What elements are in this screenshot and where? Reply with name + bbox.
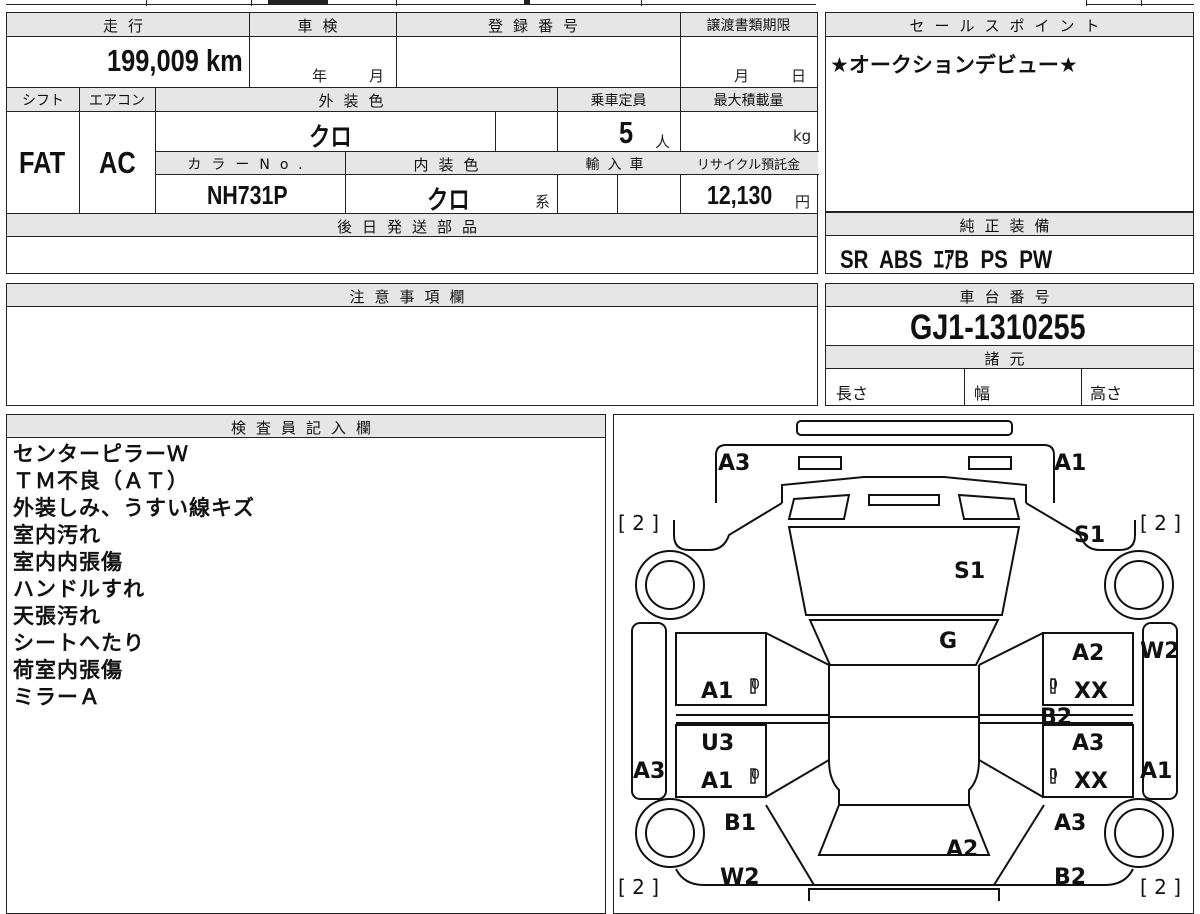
label-right-quarter: A3 (1054, 811, 1087, 836)
top-strip (6, 0, 1194, 8)
list-item: ミラーＡ (13, 685, 101, 709)
interior-suffix: 系 (535, 193, 551, 211)
label-left-front-door: A1 (701, 679, 734, 704)
chassis-header: 車台番号 (959, 288, 1060, 306)
mileage-value: 199,009 km (107, 43, 243, 78)
label-left-sill: A3 (633, 759, 666, 784)
deadline-day-unit: 日 (791, 67, 807, 85)
spec-height: 高さ (1090, 384, 1123, 403)
label-right-rear-door-1: A3 (1072, 731, 1105, 756)
spec-length: 長さ (836, 384, 869, 403)
mark-left-rear-door: 0 (751, 767, 760, 783)
standard-equipment-value: SR ABS ｴｱB PS PW (840, 246, 1053, 274)
mark-left-front-door: 0 (751, 677, 760, 693)
list-item: 室内内張傷 (13, 550, 123, 574)
car-outline-diagram (631, 420, 1178, 901)
label-left-rear-door-1: U3 (701, 731, 735, 756)
recycle-fee-header: リサイクル預託金 (696, 158, 801, 173)
list-item: 天張汚れ (13, 604, 101, 628)
label-center-pillar-right: B2 (1040, 705, 1073, 730)
label-bracket-br: [ 2 ] (1140, 875, 1182, 899)
list-item: 室内汚れ (13, 523, 101, 547)
notes-header: 注意事項欄 (349, 288, 475, 306)
car-diagram-panel: A3 A1 [ 2 ] [ 2 ] S1 S1 G A2 W2 A1 XX B2… (613, 414, 1194, 914)
label-right-sill: A1 (1140, 759, 1173, 784)
recycle-fee-value: 12,130 (707, 180, 773, 210)
label-bracket-tr: [ 2 ] (1140, 511, 1182, 535)
inspection-header: 車検 (297, 17, 348, 35)
list-item: ハンドルすれ (13, 577, 145, 601)
interior-color-value: クロ (427, 185, 470, 215)
notes-panel: 注意事項欄 (6, 283, 818, 406)
shift-header: シフト (22, 93, 64, 109)
interior-color-header: 内装色 (413, 156, 489, 174)
label-right-step: W2 (1140, 639, 1180, 664)
standard-equipment-header: 純正装備 (959, 217, 1060, 235)
transfer-deadline-header: 譲渡書類期限 (706, 18, 791, 34)
label-top-right: A1 (1054, 451, 1087, 476)
later-parts-header: 後日発送部品 (336, 218, 487, 236)
aircon-header: エアコン (89, 93, 145, 109)
inspector-notes-list: センターピラーＷ ＴＭ不良（ＡＴ） 外装しみ、うすい線キズ 室内汚れ 室内内張傷… (13, 441, 255, 711)
standard-equipment-panel: 純正装備 SR ABS ｴｱB PS PW (825, 212, 1194, 274)
inspector-panel: 検査員記入欄 センターピラーＷ ＴＭ不良（ＡＴ） 外装しみ、うすい線キズ 室内汚… (6, 414, 606, 914)
vehicle-info-table: 走行 車検 登録番号 譲渡書類期限 199,009 km 年 月 月 日 シフト… (6, 12, 819, 274)
sales-point-panel: セールスポイント ★オークションデビュー★ (825, 12, 1194, 212)
label-bracket-bl: [ 2 ] (618, 875, 660, 899)
spec-width: 幅 (974, 384, 991, 403)
mark-right-front-door: 0 (1049, 677, 1058, 693)
inspection-year-unit: 年 (312, 67, 328, 85)
specs-header: 諸元 (984, 350, 1035, 368)
exterior-color-value: クロ (309, 122, 352, 152)
label-roof-rear: A2 (946, 837, 979, 862)
label-left-rear: W2 (720, 865, 760, 890)
label-right-front-door-2: XX (1074, 679, 1108, 704)
chassis-number: GJ1-1310255 (910, 308, 1086, 347)
label-right-front-door-1: A2 (1072, 641, 1105, 666)
exterior-color-header: 外装色 (318, 92, 394, 110)
registration-header: 登録番号 (487, 17, 588, 35)
list-item: 外装しみ、うすい線キズ (13, 496, 255, 520)
color-no-value: NH731P (207, 180, 288, 210)
list-item: ＴＭ不良（ＡＴ） (13, 469, 189, 493)
list-item: シートへたり (13, 631, 145, 655)
list-item: 荷室内張傷 (13, 658, 123, 682)
inspector-header: 検査員記入欄 (230, 419, 381, 437)
capacity-header: 乗車定員 (590, 93, 647, 109)
capacity-unit: 人 (655, 133, 671, 151)
recycle-unit: 円 (795, 193, 811, 211)
deadline-month-unit: 月 (734, 67, 750, 85)
label-hood: S1 (954, 559, 986, 584)
label-right-rear: B2 (1054, 865, 1087, 890)
inspection-month-unit: 月 (369, 67, 385, 85)
sales-point-header: セールスポイント (909, 17, 1110, 35)
color-no-header: カラーNo. (187, 157, 313, 173)
mileage-header: 走行 (102, 17, 153, 35)
import-header: 輸入車 (585, 157, 652, 173)
aircon-value: AC (99, 145, 136, 180)
label-right-rear-door-2: XX (1074, 769, 1108, 794)
label-right-fender: S1 (1074, 523, 1106, 548)
max-load-unit: kg (793, 127, 812, 145)
mark-right-rear-door: 0 (1049, 767, 1058, 783)
label-top-left: A3 (718, 451, 751, 476)
sales-point-text: ★オークションデビュー★ (830, 53, 1078, 77)
label-windshield: G (939, 629, 958, 654)
list-item: センターピラーＷ (13, 442, 189, 466)
max-load-header: 最大積載量 (713, 93, 784, 109)
label-left-rear-door-2: A1 (701, 769, 734, 794)
label-bracket-tl: [ 2 ] (618, 511, 660, 535)
capacity-value: 5 (619, 115, 634, 150)
chassis-panel: 車台番号 GJ1-1310255 諸元 長さ 幅 高さ (825, 283, 1194, 406)
label-left-quarter: B1 (724, 811, 757, 836)
shift-value: FAT (19, 145, 66, 180)
